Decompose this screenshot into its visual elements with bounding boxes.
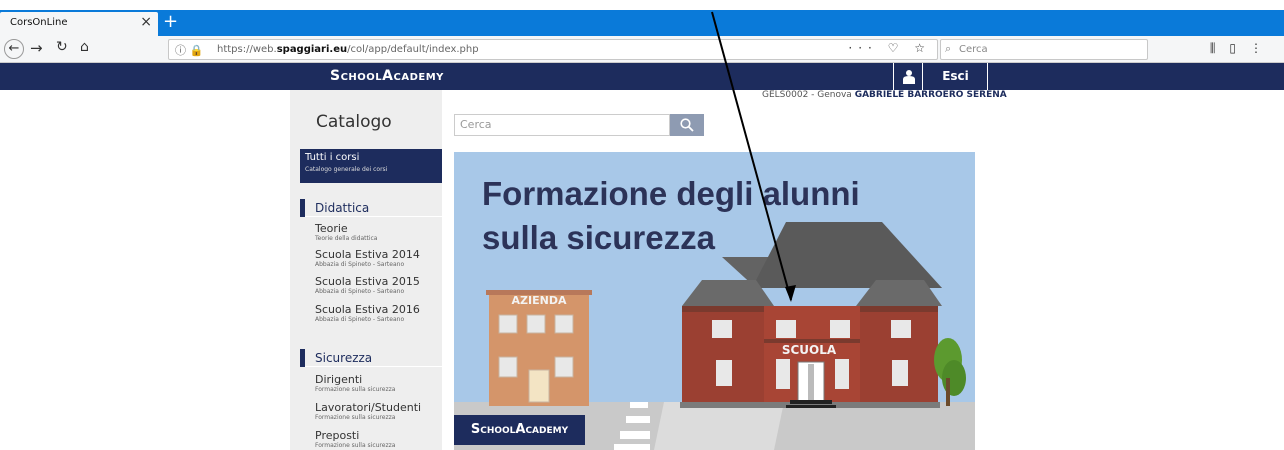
school-label: SCUOLA (782, 343, 837, 357)
course-banner[interactable]: AZIENDA SCUOLA Formazione degli alunni s… (454, 152, 975, 450)
tab-title: CorsOnLine (10, 17, 68, 28)
url-text: https://web.spaggiari.eu/col/app/default… (217, 44, 479, 55)
browser-toolbar: ← → ↻ ⌂ ⓘ 🔒 https://web.spaggiari.eu/col… (0, 36, 1284, 63)
reload-icon[interactable]: ↻ (56, 39, 68, 55)
browser-tab[interactable]: CorsOnLine × (0, 12, 158, 36)
app-logo[interactable]: SchoolAcademy (330, 68, 444, 84)
user-info: GELS0002 - Genova GABRIELE BARROERO SERE… (762, 90, 1007, 100)
page-actions-icons[interactable]: ··· ♡ ☆ (848, 41, 931, 55)
banner-title-line-1: Formazione degli alunni (482, 175, 860, 212)
user-icon (903, 70, 915, 84)
search-icon (680, 118, 694, 132)
home-icon[interactable]: ⌂ (80, 39, 89, 55)
back-arrow-icon[interactable]: ← (4, 39, 24, 59)
catalog-title: Catalogo (316, 112, 392, 132)
company-label: AZIENDA (512, 294, 567, 307)
search-placeholder: Cerca (959, 44, 988, 55)
catalog-search-input[interactable]: Cerca (454, 114, 670, 136)
sidebar-item-preposti[interactable]: Preposti Formazione sulla sicurezza (315, 429, 395, 450)
library-sidebar-icons[interactable]: ⫼▯⋮ (1210, 41, 1276, 56)
user-button[interactable] (893, 63, 923, 90)
banner-title: Formazione degli alunni sulla sicurezza (482, 172, 860, 260)
browser-search-input[interactable]: ⌕ Cerca (940, 39, 1148, 60)
catalog-search: Cerca (454, 114, 704, 136)
close-tab-icon[interactable]: × (140, 14, 152, 30)
new-tab-button[interactable]: + (163, 11, 178, 32)
section-sicurezza: Sicurezza (300, 349, 442, 367)
sidebar-item-teorie[interactable]: Teorie Teorie della didattica (315, 222, 377, 243)
site-info-icon[interactable]: ⓘ 🔒 (175, 42, 203, 58)
annotation-strip (0, 0, 1284, 10)
sidebar-item-dirigenti[interactable]: Dirigenti Formazione sulla sicurezza (315, 373, 395, 394)
sidebar-item-scuola-estiva-2016[interactable]: Scuola Estiva 2016 Abbazia di Spineto - S… (315, 303, 420, 324)
sidebar-item-scuola-estiva-2015[interactable]: Scuola Estiva 2015 Abbazia di Spineto - S… (315, 275, 420, 296)
sidebar-item-lavoratori-studenti[interactable]: Lavoratori/Studenti Formazione sulla sicu… (315, 401, 421, 422)
sidebar-item-all-courses[interactable]: Tutti i corsi Catalogo generale dei cors… (300, 149, 442, 183)
browser-tab-bar: CorsOnLine × + (0, 10, 1284, 36)
search-button[interactable] (670, 114, 704, 136)
banner-title-line-2: sulla sicurezza (482, 219, 715, 256)
sidebar-item-scuola-estiva-2014[interactable]: Scuola Estiva 2014 Abbazia di Spineto - S… (315, 248, 420, 269)
section-didattica: Didattica (300, 199, 442, 217)
company-building (486, 290, 592, 406)
logout-button[interactable]: Esci (924, 63, 988, 90)
url-bar[interactable]: ⓘ 🔒 https://web.spaggiari.eu/col/app/def… (168, 39, 938, 60)
banner-logo: SchoolAcademy (454, 415, 585, 445)
search-icon: ⌕ (945, 42, 952, 55)
catalog-sidebar: Catalogo Tutti i corsi Catalogo generale… (290, 90, 442, 450)
forward-arrow-icon[interactable]: → (30, 39, 43, 57)
app-header: SchoolAcademy Esci (0, 63, 1284, 90)
